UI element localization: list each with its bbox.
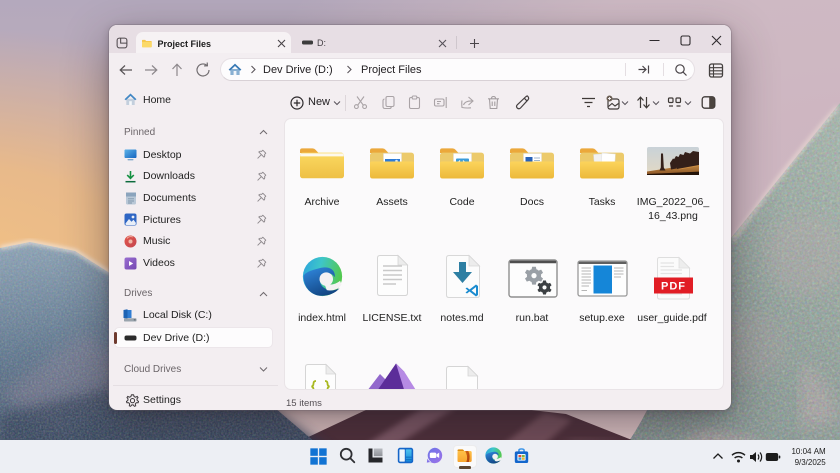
svg-text:PDF: PDF: [661, 280, 686, 292]
